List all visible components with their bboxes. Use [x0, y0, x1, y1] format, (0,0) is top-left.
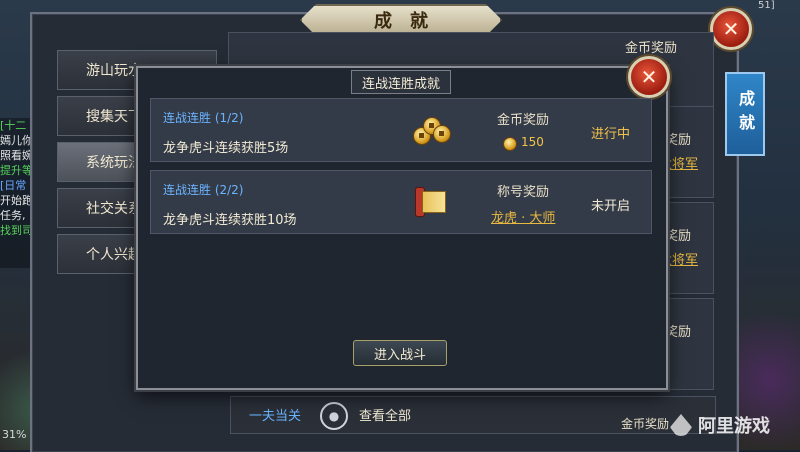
scroll-icon — [413, 185, 447, 217]
achievement-row: 连战连胜 (1/2) 龙争虎斗连续获胜5场 金币奖励 150 进行中 — [150, 98, 652, 162]
watermark: 阿里游戏 — [670, 412, 770, 438]
close-icon[interactable]: ✕ — [710, 8, 752, 50]
close-icon[interactable]: ✕ — [628, 56, 670, 98]
enter-battle-button[interactable]: 进入战斗 — [353, 340, 447, 366]
coin-icon — [503, 137, 517, 151]
bottom-reward-label: 金币奖励 — [621, 417, 670, 431]
top-counter: 51] — [758, 0, 775, 11]
bottom-achievement-name: 一夫当关 — [249, 409, 302, 424]
achievement-name: 连战连胜 (1/2) — [163, 111, 244, 125]
status-badge: 未开启 — [591, 199, 631, 214]
reward-type: 金币奖励 — [497, 113, 550, 128]
status-badge: 进行中 — [591, 127, 631, 142]
reward-title[interactable]: 龙虎 · 大师 — [491, 207, 555, 226]
achievement-description: 龙争虎斗连续获胜5场 — [163, 141, 289, 156]
aligame-logo-icon — [670, 414, 692, 436]
view-all-label[interactable]: 查看全部 — [359, 405, 411, 424]
reward-type: 称号奖励 — [497, 185, 550, 200]
battery-percent: 31% — [2, 428, 27, 441]
eye-icon[interactable]: ● — [320, 402, 348, 430]
gold-coins-icon — [413, 113, 453, 147]
popup-title: 连战连胜成就 — [351, 70, 451, 94]
achievement-description: 龙争虎斗连续获胜10场 — [163, 213, 297, 228]
achievement-name: 连战连胜 (2/2) — [163, 183, 244, 197]
reward-amount: 150 — [521, 135, 544, 149]
achievement-row: 连战连胜 (2/2) 龙争虎斗连续获胜10场 称号奖励 龙虎 · 大师 未开启 — [150, 170, 652, 234]
bottom-achievement-row: 一夫当关 查看全部 金币奖励 — [230, 396, 716, 434]
achievement-side-tab[interactable]: 成就 — [725, 72, 765, 156]
